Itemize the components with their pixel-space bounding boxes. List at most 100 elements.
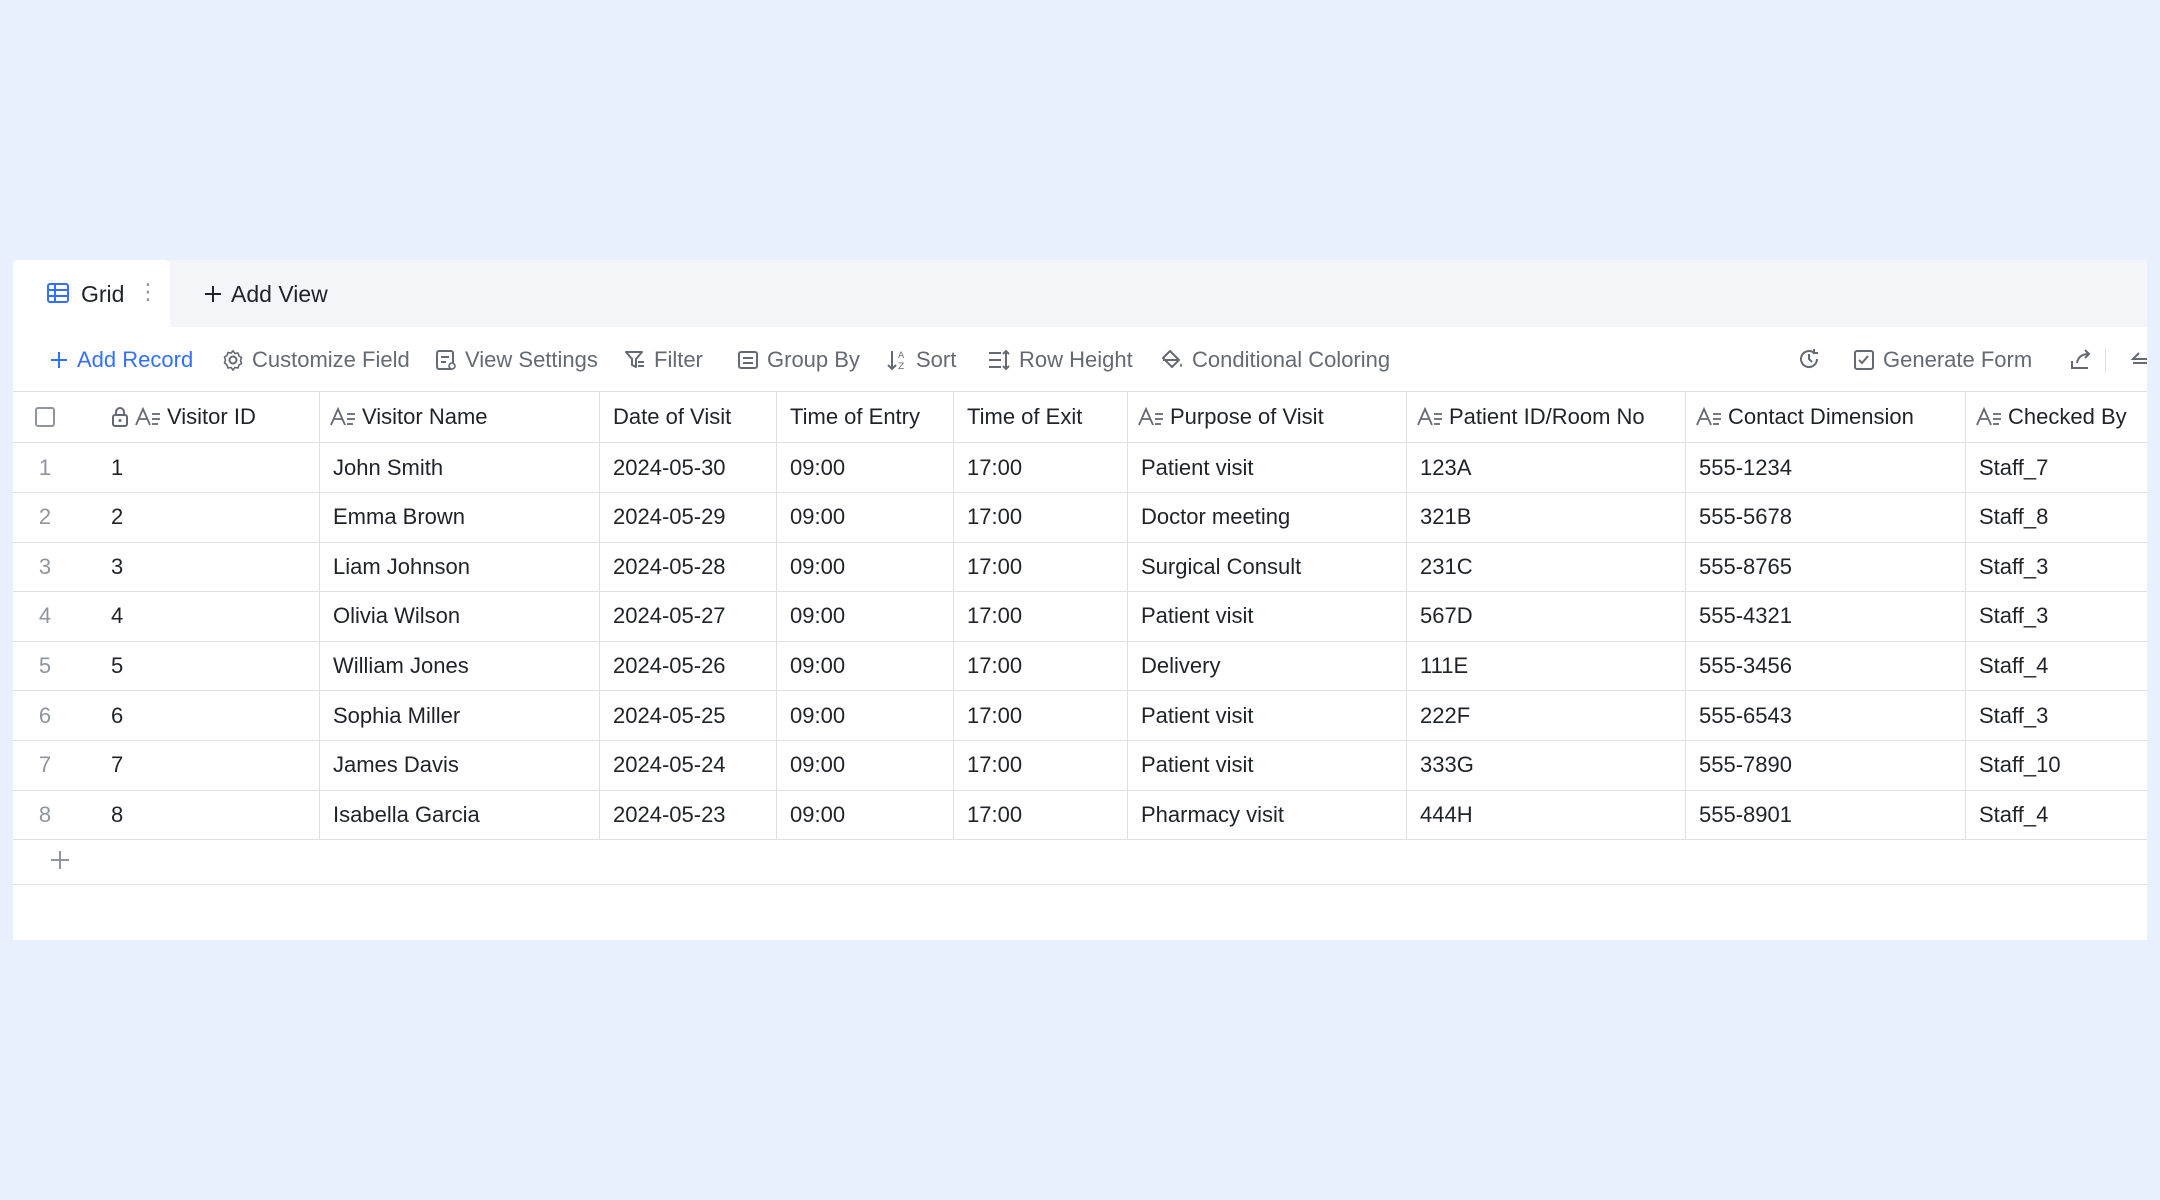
- more-options-icon[interactable]: ⋮: [137, 281, 159, 303]
- table-cell[interactable]: 444H: [1406, 790, 1685, 840]
- table-row[interactable]: 8 8 Isabella Garcia 2024-05-23 09:00 17:00 Pha…: [13, 790, 2147, 841]
- add-view-button[interactable]: Add View: [203, 280, 328, 308]
- table-cell[interactable]: 567D: [1406, 591, 1685, 641]
- table-cell[interactable]: Pharmacy visit: [1127, 790, 1406, 840]
- table-cell[interactable]: 333G: [1406, 740, 1685, 790]
- table-cell[interactable]: 2024-05-23: [599, 790, 776, 840]
- group-by-button[interactable]: Group By: [737, 345, 860, 375]
- add-row-button[interactable]: [13, 834, 2147, 885]
- column-header-checked-by[interactable]: Checked By: [1965, 392, 2147, 442]
- table-cell[interactable]: 2024-05-24: [599, 740, 776, 790]
- column-header-patient-id-room-no[interactable]: Patient ID/Room No: [1406, 392, 1685, 442]
- table-cell[interactable]: 555-1234: [1685, 443, 1965, 492]
- table-cell[interactable]: 09:00: [776, 492, 953, 542]
- table-cell[interactable]: 231C: [1406, 542, 1685, 592]
- table-cell[interactable]: 123A: [1406, 443, 1685, 492]
- column-header-contact-dimension[interactable]: Contact Dimension: [1685, 392, 1965, 442]
- table-cell[interactable]: 555-8901: [1685, 790, 1965, 840]
- sort-button[interactable]: AZ Sort: [886, 345, 956, 375]
- table-cell[interactable]: James Davis: [319, 740, 599, 790]
- row-height-button[interactable]: Row Height: [987, 345, 1133, 375]
- table-cell[interactable]: 17:00: [953, 790, 1127, 840]
- table-row[interactable]: 7 7 James Davis 2024-05-24 09:00 17:00 Patient…: [13, 740, 2147, 791]
- table-cell[interactable]: Surgical Consult: [1127, 542, 1406, 592]
- table-cell[interactable]: 09:00: [776, 542, 953, 592]
- table-cell[interactable]: 3: [111, 542, 319, 591]
- table-cell[interactable]: 2024-05-26: [599, 641, 776, 691]
- table-cell[interactable]: 09:00: [776, 790, 953, 840]
- table-cell[interactable]: 2024-05-28: [599, 542, 776, 592]
- table-cell[interactable]: Staff_10: [1965, 740, 2147, 790]
- table-cell[interactable]: 4: [111, 592, 319, 641]
- table-cell[interactable]: 7: [111, 741, 319, 790]
- column-header-date-of-visit[interactable]: Date of Visit: [599, 392, 776, 442]
- table-cell[interactable]: 555-5678: [1685, 492, 1965, 542]
- table-cell[interactable]: Staff_4: [1965, 641, 2147, 691]
- table-cell[interactable]: 1: [111, 443, 319, 492]
- table-cell[interactable]: 5: [111, 641, 319, 690]
- table-cell[interactable]: 17:00: [953, 691, 1127, 740]
- table-cell[interactable]: 555-8765: [1685, 542, 1965, 592]
- table-cell[interactable]: William Jones: [319, 641, 599, 691]
- column-header-visitor-name[interactable]: Visitor Name: [319, 392, 599, 442]
- table-cell[interactable]: Olivia Wilson: [319, 591, 599, 641]
- table-cell[interactable]: Isabella Garcia: [319, 790, 599, 840]
- table-cell[interactable]: 17:00: [953, 740, 1127, 790]
- table-row[interactable]: 4 4 Olivia Wilson 2024-05-27 09:00 17:00 Patie…: [13, 591, 2147, 642]
- table-cell[interactable]: 09:00: [776, 591, 953, 641]
- table-cell[interactable]: 09:00: [776, 691, 953, 740]
- customize-field-button[interactable]: Customize Field: [222, 345, 410, 375]
- table-cell[interactable]: Patient visit: [1127, 740, 1406, 790]
- share-icon[interactable]: [2069, 347, 2093, 376]
- table-cell[interactable]: 17:00: [953, 641, 1127, 691]
- table-row[interactable]: 3 3 Liam Johnson 2024-05-28 09:00 17:00 Surgic…: [13, 542, 2147, 593]
- table-cell[interactable]: 555-7890: [1685, 740, 1965, 790]
- table-cell[interactable]: 111E: [1406, 641, 1685, 691]
- table-cell[interactable]: Staff_8: [1965, 492, 2147, 542]
- table-cell[interactable]: 17:00: [953, 492, 1127, 542]
- table-cell[interactable]: Liam Johnson: [319, 542, 599, 592]
- table-cell[interactable]: Patient visit: [1127, 591, 1406, 641]
- table-cell[interactable]: 2024-05-25: [599, 691, 776, 740]
- table-cell[interactable]: 555-3456: [1685, 641, 1965, 691]
- table-cell[interactable]: 2024-05-29: [599, 492, 776, 542]
- column-header-time-of-exit[interactable]: Time of Exit: [953, 392, 1127, 442]
- select-all-checkbox[interactable]: [35, 407, 55, 427]
- table-cell[interactable]: Doctor meeting: [1127, 492, 1406, 542]
- table-cell[interactable]: 321B: [1406, 492, 1685, 542]
- table-cell[interactable]: Delivery: [1127, 641, 1406, 691]
- view-settings-button[interactable]: View Settings: [435, 345, 598, 375]
- table-cell[interactable]: Staff_3: [1965, 542, 2147, 592]
- collapse-icon[interactable]: [2129, 347, 2147, 376]
- table-cell[interactable]: 222F: [1406, 691, 1685, 740]
- select-all-cell[interactable]: [13, 392, 77, 442]
- generate-form-button[interactable]: Generate Form: [1853, 345, 2032, 375]
- table-cell[interactable]: 17:00: [953, 591, 1127, 641]
- table-row[interactable]: 2 2 Emma Brown 2024-05-29 09:00 17:00 Doctor m…: [13, 492, 2147, 543]
- table-cell[interactable]: Staff_3: [1965, 691, 2147, 740]
- table-cell[interactable]: Staff_3: [1965, 591, 2147, 641]
- filter-button[interactable]: Filter: [624, 345, 703, 375]
- table-cell[interactable]: 6: [111, 691, 319, 740]
- table-cell[interactable]: 09:00: [776, 443, 953, 492]
- table-cell[interactable]: 09:00: [776, 740, 953, 790]
- tab-grid[interactable]: Grid ⋮: [13, 260, 170, 327]
- table-row[interactable]: 1 1 John Smith 2024-05-30 09:00 17:00 Patient …: [13, 443, 2147, 493]
- table-cell[interactable]: Staff_7: [1965, 443, 2147, 492]
- table-cell[interactable]: Emma Brown: [319, 492, 599, 542]
- table-cell[interactable]: 2: [111, 493, 319, 542]
- history-icon[interactable]: [1797, 347, 1821, 376]
- conditional-coloring-button[interactable]: Conditional Coloring: [1160, 345, 1390, 375]
- table-row[interactable]: 6 6 Sophia Miller 2024-05-25 09:00 17:00 Patie…: [13, 691, 2147, 741]
- table-cell[interactable]: 8: [111, 790, 319, 839]
- table-cell[interactable]: Sophia Miller: [319, 691, 599, 740]
- table-cell[interactable]: 09:00: [776, 641, 953, 691]
- table-cell[interactable]: 2024-05-30: [599, 443, 776, 492]
- column-header-time-of-entry[interactable]: Time of Entry: [776, 392, 953, 442]
- add-record-button[interactable]: Add Record: [49, 345, 193, 375]
- table-cell[interactable]: 17:00: [953, 443, 1127, 492]
- table-cell[interactable]: 2024-05-27: [599, 591, 776, 641]
- column-header-visitor-id[interactable]: Visitor ID: [111, 392, 331, 442]
- table-cell[interactable]: Staff_4: [1965, 790, 2147, 840]
- table-cell[interactable]: 555-6543: [1685, 691, 1965, 740]
